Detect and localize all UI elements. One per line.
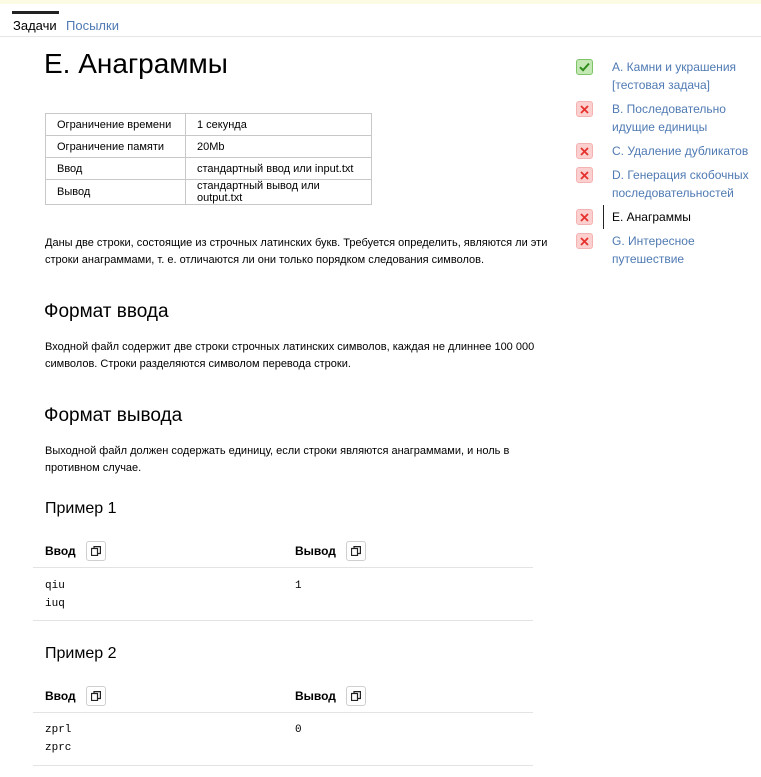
- example-input-data: zprl zprc: [45, 724, 72, 754]
- limit-key: Вывод: [45, 179, 186, 205]
- cross-icon: [580, 146, 589, 156]
- example-input-data: qiu iuq: [45, 580, 65, 610]
- example-output-header: Вывод: [295, 534, 366, 568]
- table-row: Ограничение времени 1 секунда: [45, 113, 372, 136]
- example-output-data: 0: [295, 724, 302, 736]
- example-input-label: Ввод: [45, 689, 76, 703]
- cross-icon: [580, 236, 589, 246]
- example-output-label: Вывод: [295, 689, 336, 703]
- status-badge: [576, 233, 593, 249]
- status-badge: [576, 143, 593, 159]
- problem-statement: Даны две строки, состоящие из строчных л…: [45, 237, 548, 266]
- output-format-heading: Формат вывода: [44, 405, 183, 426]
- tab-bar: Задачи Посылки: [0, 11, 761, 37]
- check-icon: [579, 62, 590, 72]
- current-indicator: [603, 205, 604, 229]
- status-badge: [576, 59, 593, 75]
- copy-output-button[interactable]: [345, 686, 366, 706]
- copy-input-button[interactable]: [85, 541, 106, 561]
- cross-icon: [580, 212, 589, 222]
- top-notice-strip: [0, 0, 761, 4]
- copy-icon: [90, 691, 101, 701]
- example-2-title: Пример 2: [45, 645, 117, 662]
- limit-value: стандартный ввод или input.txt: [185, 157, 372, 180]
- example-1-title: Пример 1: [45, 500, 117, 517]
- status-badge: [576, 101, 593, 117]
- example-1-body: qiu iuq 1: [33, 567, 533, 621]
- example-input-label: Ввод: [45, 544, 76, 558]
- limit-key: Ограничение памяти: [45, 135, 186, 158]
- problem-link[interactable]: A. Камни и украшения [тестовая задача]: [612, 58, 756, 94]
- example-output-header: Вывод: [295, 679, 366, 713]
- cross-icon: [580, 104, 589, 114]
- problem-link[interactable]: D. Генерация скобочных последовательност…: [612, 166, 756, 202]
- limit-value: 20Mb: [185, 135, 372, 158]
- table-row: Ввод стандартный ввод или input.txt: [45, 157, 372, 180]
- copy-output-button[interactable]: [345, 541, 366, 561]
- output-format-text: Выходной файл должен содержать единицу, …: [45, 445, 510, 474]
- table-row: Ограничение памяти 20Mb: [45, 135, 372, 158]
- tab-tasks[interactable]: Задачи: [12, 11, 59, 33]
- example-output-data: 1: [295, 580, 302, 592]
- limit-key: Ограничение времени: [45, 113, 186, 136]
- problem-link[interactable]: C. Удаление дубликатов: [612, 142, 756, 160]
- copy-icon: [350, 546, 361, 556]
- example-2-body: zprl zprc 0: [33, 712, 533, 766]
- copy-icon: [90, 546, 101, 556]
- tab-submissions[interactable]: Посылки: [66, 18, 119, 33]
- status-badge: [576, 167, 593, 183]
- table-row: Вывод стандартный вывод или output.txt: [45, 179, 372, 205]
- problem-link[interactable]: G. Интересное путешествие: [612, 232, 756, 268]
- input-format-heading: Формат ввода: [44, 301, 169, 322]
- status-badge: [576, 209, 593, 225]
- problem-link[interactable]: B. Последовательно идущие единицы: [612, 100, 756, 136]
- cross-icon: [580, 170, 589, 180]
- problem-link[interactable]: E. Анаграммы: [612, 208, 756, 226]
- example-output-label: Вывод: [295, 544, 336, 558]
- example-2-header: Ввод Вывод: [45, 679, 533, 713]
- copy-icon: [350, 691, 361, 701]
- copy-input-button[interactable]: [85, 686, 106, 706]
- limit-key: Ввод: [45, 157, 186, 180]
- limit-value: 1 секунда: [185, 113, 372, 136]
- input-format-text: Входной файл содержит две строки строчны…: [45, 341, 535, 370]
- limit-value: стандартный вывод или output.txt: [185, 179, 372, 205]
- limits-table: Ограничение времени 1 секунда Ограничени…: [45, 113, 372, 205]
- example-1-header: Ввод Вывод: [45, 534, 533, 568]
- example-input-header: Ввод: [45, 534, 106, 568]
- example-input-header: Ввод: [45, 679, 106, 713]
- problem-title: E. Анаграммы: [44, 48, 228, 79]
